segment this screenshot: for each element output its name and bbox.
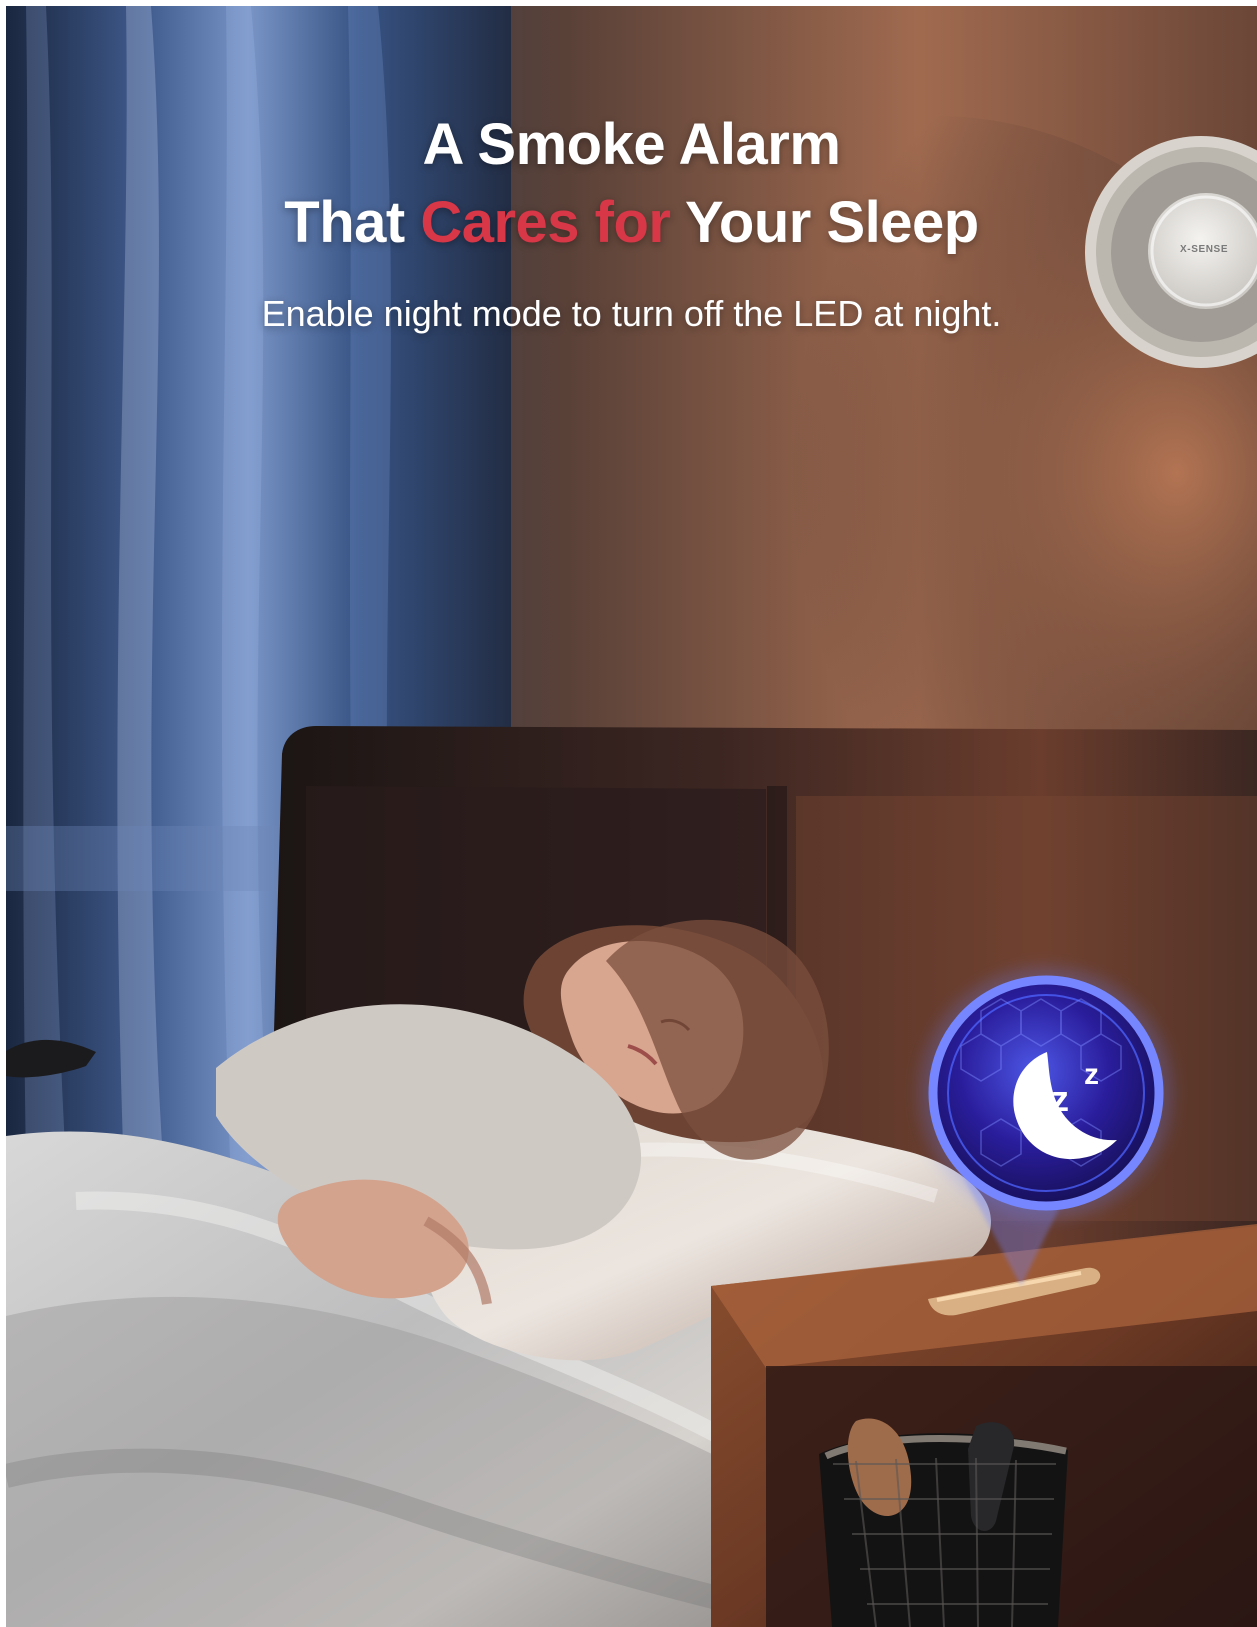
subheadline: Enable night mode to turn off the LED at… — [261, 293, 1002, 334]
headline-prefix: That — [284, 190, 421, 255]
svg-text:z: z — [1084, 1058, 1099, 1091]
product-hero: z z A Smoke Alarm That Cares for Your Sl… — [6, 6, 1257, 1627]
headline: A Smoke Alarm That Cares for Your Sleep — [6, 106, 1257, 262]
nightstand — [711, 1224, 1257, 1627]
headline-accent: Cares for — [420, 190, 671, 255]
headline-line-1: A Smoke Alarm — [422, 112, 841, 177]
svg-text:z: z — [1051, 1078, 1069, 1119]
headline-line-2: That Cares for Your Sleep — [6, 184, 1257, 262]
brand-logo: X-SENSE — [1180, 244, 1229, 255]
headline-suffix: Your Sleep — [670, 190, 979, 255]
